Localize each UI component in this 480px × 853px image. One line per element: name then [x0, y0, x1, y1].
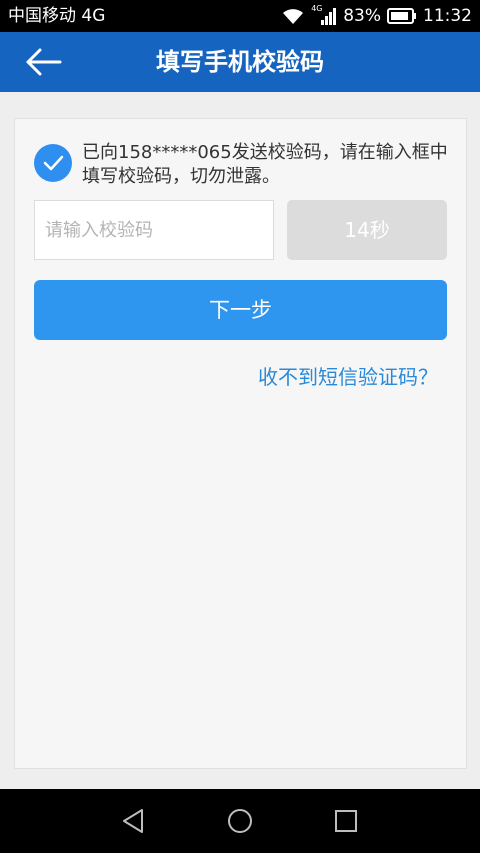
status-icons: 4G 83% 11:32	[281, 4, 472, 27]
verification-card: 已向158*****065发送校验码，请在输入框中填写校验码，切勿泄露。 14秒…	[14, 118, 467, 769]
title-bar: 填写手机校验码	[0, 32, 480, 92]
verification-code-input[interactable]	[34, 200, 274, 260]
cellular-signal-icon: 4G	[311, 4, 337, 27]
clock: 11:32	[423, 6, 472, 26]
next-step-button[interactable]: 下一步	[34, 280, 447, 340]
no-sms-code-link[interactable]: 收不到短信验证码？	[258, 364, 438, 390]
check-circle-icon	[34, 144, 72, 182]
carrier-label: 中国移动 4G	[8, 6, 106, 26]
battery-icon	[387, 8, 417, 24]
resend-countdown-button: 14秒	[287, 200, 447, 260]
recents-square-icon[interactable]	[330, 805, 362, 837]
page-title: 填写手机校验码	[156, 48, 324, 76]
battery-percent: 83%	[343, 6, 381, 26]
status-bar: 中国移动 4G 4G 83% 11:32	[0, 0, 480, 32]
system-navigation-bar	[0, 789, 480, 853]
sms-sent-notice: 已向158*****065发送校验码，请在输入框中填写校验码，切勿泄露。	[82, 142, 448, 187]
back-triangle-icon[interactable]	[118, 805, 150, 837]
wifi-icon	[281, 6, 305, 26]
home-circle-icon[interactable]	[224, 805, 256, 837]
